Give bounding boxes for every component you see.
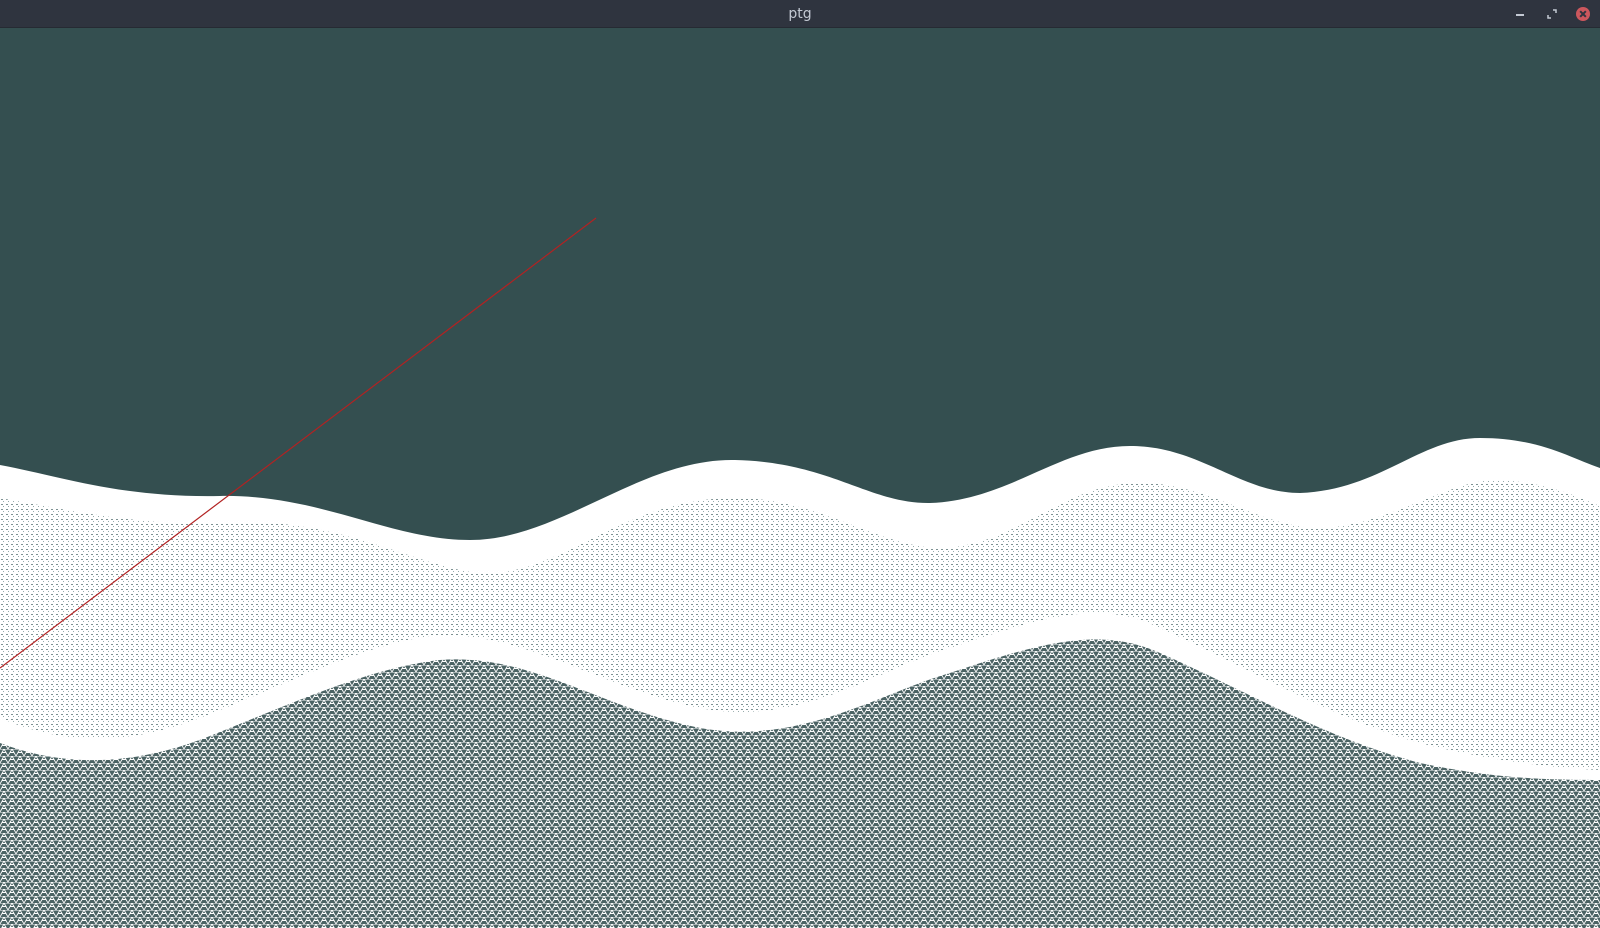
title-bar[interactable]: ptg [0,0,1600,28]
restore-icon [1547,9,1557,19]
terrain-scene [0,217,1600,928]
minimize-icon [1516,14,1524,16]
window-title: ptg [788,6,812,22]
app-window: ptg [0,0,1600,928]
close-button[interactable] [1574,5,1592,23]
minimize-button[interactable] [1511,5,1529,23]
close-icon [1576,7,1590,21]
render-viewport[interactable] [0,28,1600,928]
maximize-button[interactable] [1543,5,1561,23]
